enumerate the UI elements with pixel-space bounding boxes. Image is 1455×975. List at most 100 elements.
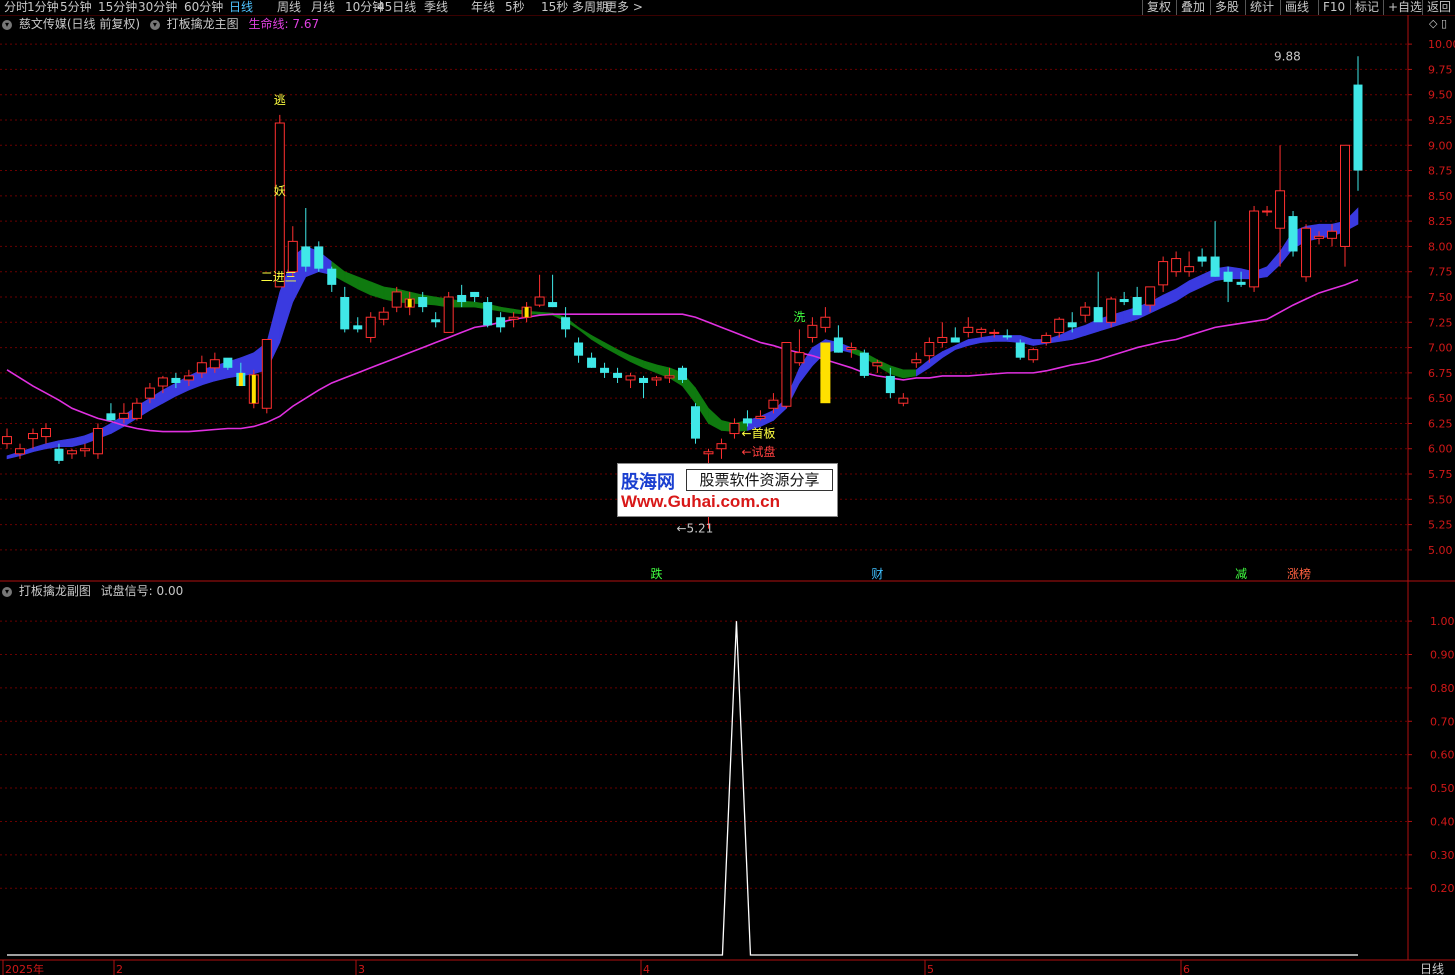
candle-body <box>781 342 792 407</box>
candle-body <box>613 372 623 378</box>
signal-highlight <box>524 307 529 318</box>
candle-body <box>664 375 675 379</box>
candle-body <box>548 302 558 308</box>
candle-body <box>183 375 194 381</box>
candle-body <box>729 422 740 435</box>
candle-body <box>820 316 831 328</box>
y-tick-label: 0.80 <box>1430 682 1455 695</box>
x-tick-label: 4 <box>643 963 650 975</box>
period-button[interactable]: 日线 <box>1420 962 1444 975</box>
candle-body <box>924 342 935 357</box>
candle-body <box>1145 286 1156 306</box>
chart-annotation: 妖 <box>274 184 286 198</box>
candle-body <box>1041 334 1052 344</box>
y-tick-label: 0.60 <box>1430 749 1455 762</box>
candle-body <box>327 268 337 285</box>
y-tick-label: 10.00 <box>1428 38 1455 51</box>
y-tick-label: 7.00 <box>1428 342 1453 355</box>
candle-body <box>600 367 610 373</box>
trend-band-segment <box>500 306 514 314</box>
trend-band-segment <box>708 407 722 432</box>
x-tick-label: 2 <box>116 963 123 975</box>
trend-band-segment <box>240 352 255 377</box>
candle-body <box>483 302 493 326</box>
candle-body <box>846 347 857 351</box>
candle-body <box>157 377 168 387</box>
y-tick-label: 9.00 <box>1428 139 1453 152</box>
candle-body <box>27 433 38 440</box>
candle-body <box>1288 216 1298 252</box>
candle-body <box>40 428 51 438</box>
candle-body <box>2 436 12 445</box>
chart-annotation: 逃 <box>274 93 286 107</box>
watermark-slogan: 股票软件资源分享 <box>686 469 833 491</box>
chart-annotation: 二进三 <box>261 270 297 284</box>
y-tick-label: 7.75 <box>1428 266 1453 279</box>
candle-body <box>625 375 636 381</box>
y-tick-label: 6.00 <box>1428 443 1453 456</box>
candle-body <box>431 319 441 323</box>
candle-body <box>1002 335 1012 338</box>
trend-band-segment <box>1188 274 1203 294</box>
trend-band-segment <box>1175 280 1190 302</box>
candle-body <box>574 342 584 356</box>
candle-body <box>1184 266 1195 273</box>
y-tick-label: 7.50 <box>1428 291 1453 304</box>
candle-body <box>1353 84 1363 171</box>
candle-body <box>1327 230 1338 239</box>
y-tick-label: 9.25 <box>1428 114 1453 127</box>
trend-band-segment <box>32 443 47 453</box>
candle-body <box>587 357 597 368</box>
y-tick-label: 8.00 <box>1428 240 1453 253</box>
candle-body <box>508 316 519 320</box>
candle-body <box>144 387 155 399</box>
y-tick-label: 0.20 <box>1430 882 1455 895</box>
y-tick-label: 8.75 <box>1428 165 1453 178</box>
candle-body <box>131 402 142 419</box>
candle-body <box>1223 271 1233 282</box>
trend-band-segment <box>370 281 385 300</box>
y-tick-label: 7.25 <box>1428 316 1453 329</box>
candle-body <box>496 317 506 328</box>
y-tick-label: 0.90 <box>1430 648 1455 661</box>
chart-annotation: 洗 <box>793 310 805 324</box>
candle-body <box>1340 144 1351 247</box>
candle-body <box>950 337 960 343</box>
candle-body <box>391 291 402 308</box>
candle-body <box>1249 210 1260 288</box>
candle-body <box>1015 342 1025 358</box>
candle-body <box>1158 261 1169 286</box>
candle-body <box>807 324 818 338</box>
candle-body <box>1119 299 1129 303</box>
candle-body <box>755 415 766 419</box>
candle-body <box>1067 322 1077 328</box>
candle-body <box>1314 235 1325 239</box>
candle-body <box>353 325 363 330</box>
signal-highlight <box>407 299 412 308</box>
signal-tag: 涨榜 <box>1287 566 1311 581</box>
candle-body <box>1262 210 1273 213</box>
y-tick-label: 5.75 <box>1428 468 1453 481</box>
y-tick-label: 8.25 <box>1428 215 1453 228</box>
candle-body <box>92 428 103 455</box>
watermark: 股海网 股票软件资源分享 Www.Guhai.com.cn <box>617 463 838 517</box>
candle-body <box>1210 256 1220 277</box>
candle-body <box>1197 256 1207 262</box>
candle-body <box>1301 227 1312 278</box>
signal-tag: 财 <box>871 567 883 581</box>
candle-body <box>1028 349 1039 361</box>
candle-body <box>340 297 350 330</box>
y-tick-label: 6.25 <box>1428 417 1453 430</box>
candle-body <box>1106 298 1117 323</box>
trend-band-segment <box>1071 324 1086 340</box>
candle-body <box>898 397 909 404</box>
candle-body <box>859 352 869 376</box>
trend-band-segment <box>1266 250 1281 278</box>
trend-band-segment <box>967 337 982 346</box>
y-tick-label: 6.75 <box>1428 367 1453 380</box>
y-tick-label: 5.50 <box>1428 493 1453 506</box>
y-tick-label: 1.00 <box>1430 615 1455 628</box>
candle-body <box>443 296 454 333</box>
candle-body <box>703 451 714 455</box>
candle-body <box>171 377 181 383</box>
